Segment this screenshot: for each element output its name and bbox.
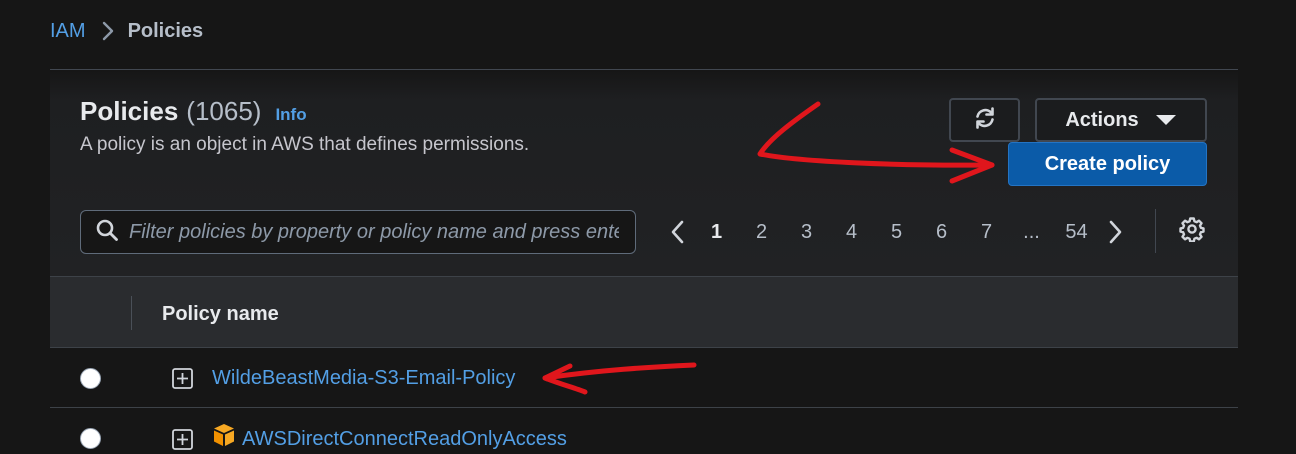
table-header: Policy name bbox=[50, 276, 1238, 348]
page-description: A policy is an object in AWS that define… bbox=[80, 134, 530, 155]
table-row: WildeBeastMedia-S3-Email-Policy bbox=[50, 348, 1238, 408]
preferences-button[interactable] bbox=[1172, 211, 1212, 251]
policy-name-link[interactable]: WildeBeastMedia-S3-Email-Policy bbox=[212, 367, 515, 390]
aws-managed-cube-icon bbox=[212, 423, 236, 447]
breadcrumb-iam-link[interactable]: IAM bbox=[50, 20, 86, 43]
page-6[interactable]: 6 bbox=[919, 221, 964, 244]
refresh-icon bbox=[973, 106, 997, 135]
breadcrumb: IAM Policies bbox=[50, 18, 203, 44]
previous-page-button[interactable] bbox=[660, 212, 694, 252]
breadcrumb-current: Policies bbox=[127, 19, 204, 42]
caret-down-icon bbox=[1155, 109, 1177, 132]
next-page-button[interactable] bbox=[1099, 212, 1133, 252]
search-icon bbox=[95, 218, 119, 247]
page-title: Policies bbox=[80, 96, 179, 126]
expand-plus-icon[interactable] bbox=[172, 368, 193, 389]
page-5[interactable]: 5 bbox=[874, 221, 919, 244]
column-divider bbox=[131, 296, 132, 330]
search-box bbox=[80, 210, 636, 254]
column-header-policy-name[interactable]: Policy name bbox=[162, 303, 279, 326]
page-1[interactable]: 1 bbox=[694, 221, 739, 244]
info-link[interactable]: Info bbox=[275, 105, 306, 125]
policy-count: (1065) bbox=[186, 96, 262, 126]
table-row: AWSDirectConnectReadOnlyAccess bbox=[50, 409, 1238, 454]
policy-name-link[interactable]: AWSDirectConnectReadOnlyAccess bbox=[242, 428, 567, 451]
page-4[interactable]: 4 bbox=[829, 221, 874, 244]
pagination: 1 2 3 4 5 6 7 ... 54 bbox=[660, 212, 1133, 252]
page-2[interactable]: 2 bbox=[739, 221, 784, 244]
expand-plus-icon[interactable] bbox=[172, 429, 193, 450]
search-input[interactable] bbox=[129, 220, 619, 244]
row-radio[interactable] bbox=[80, 428, 101, 449]
row-radio[interactable] bbox=[80, 368, 101, 389]
refresh-button[interactable] bbox=[949, 98, 1020, 142]
gear-icon bbox=[1179, 216, 1205, 247]
actions-dropdown-button[interactable]: Actions bbox=[1035, 98, 1207, 142]
page-header: Policies (1065) Info bbox=[80, 96, 307, 127]
page-7[interactable]: 7 bbox=[964, 221, 1009, 244]
chevron-right-icon bbox=[102, 21, 114, 41]
create-policy-button[interactable]: Create policy bbox=[1008, 142, 1207, 186]
page-54[interactable]: 54 bbox=[1054, 221, 1099, 244]
page-3[interactable]: 3 bbox=[784, 221, 829, 244]
page-ellipsis: ... bbox=[1023, 220, 1040, 243]
actions-label: Actions bbox=[1065, 108, 1139, 131]
pagination-divider bbox=[1155, 209, 1156, 253]
